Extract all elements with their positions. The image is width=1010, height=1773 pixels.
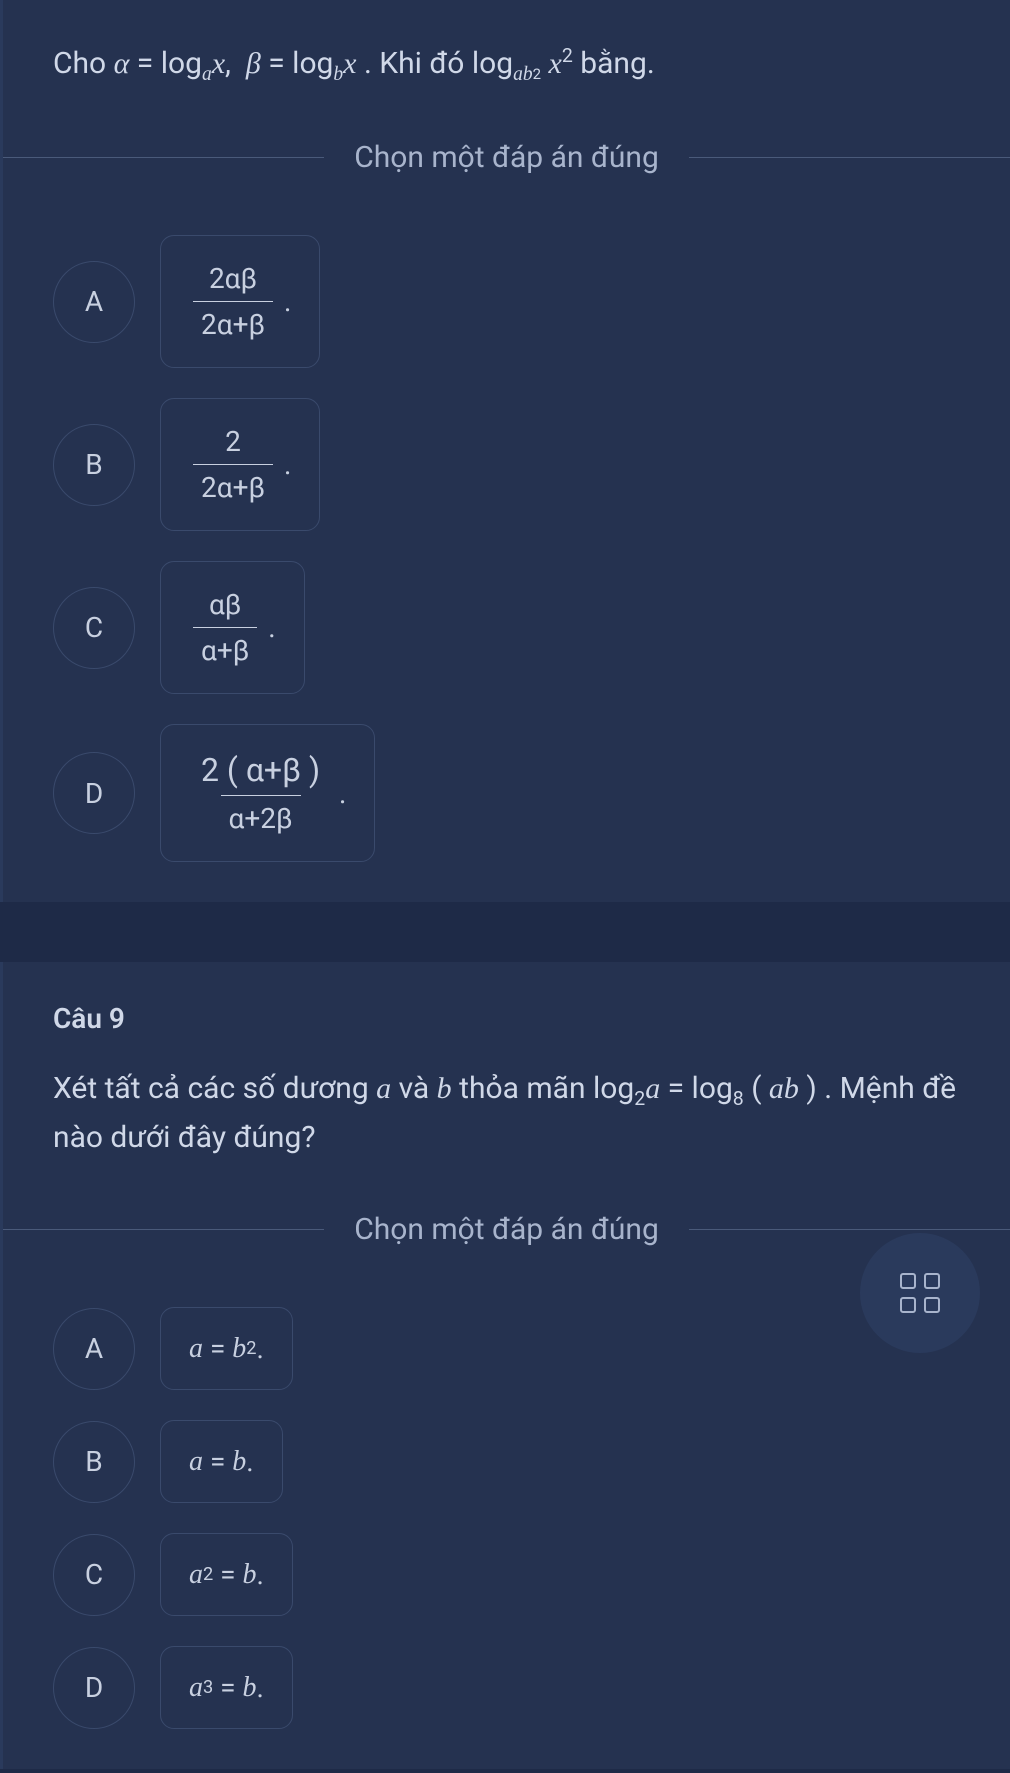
option-B[interactable]: B a = b.: [53, 1420, 980, 1503]
question-title: Câu 9: [53, 1002, 980, 1035]
option-letter: D: [53, 1647, 135, 1729]
question-text: Cho α = logax, β = logbx . Khi đó logab2…: [53, 40, 980, 90]
option-D[interactable]: D 2 ( α+β )α+2β .: [53, 724, 980, 862]
option-content: a = b.: [160, 1420, 283, 1503]
option-A[interactable]: A a = b2.: [53, 1307, 980, 1390]
divider: Chọn một đáp án đúng: [3, 1212, 1010, 1247]
option-letter: A: [53, 1308, 135, 1390]
option-content: αβα+β .: [160, 561, 305, 694]
option-letter: C: [53, 587, 135, 669]
option-content: 2αβ2α+β .: [160, 235, 320, 368]
text: Xét tất cả các số dương: [53, 1071, 376, 1106]
divider: Chọn một đáp án đúng: [3, 140, 1010, 175]
option-letter: C: [53, 1534, 135, 1616]
option-B[interactable]: B 22α+β .: [53, 398, 980, 531]
option-content: 22α+β .: [160, 398, 320, 531]
option-content: a3 = b.: [160, 1646, 293, 1729]
option-letter: B: [53, 1421, 135, 1503]
question-text: Xét tất cả các số dương a và b thỏa mãn …: [53, 1065, 980, 1162]
options-list: A a = b2. B a = b. C a2 = b. D a3 = b.: [53, 1307, 980, 1729]
grid-icon: [900, 1273, 940, 1313]
option-C[interactable]: C αβα+β .: [53, 561, 980, 694]
option-letter: B: [53, 424, 135, 506]
option-letter: D: [53, 752, 135, 834]
divider-label: Chọn một đáp án đúng: [324, 140, 689, 175]
option-A[interactable]: A 2αβ2α+β .: [53, 235, 980, 368]
question-card-1: Cho α = logax, β = logbx . Khi đó logab2…: [0, 0, 1010, 902]
text: bằng.: [580, 46, 655, 81]
options-list: A 2αβ2α+β . B 22α+β . C αβα+β . D 2 ( α+…: [53, 235, 980, 862]
question-card-2: Câu 9 Xét tất cả các số dương a và b thỏ…: [0, 962, 1010, 1769]
text: . Khi đó: [364, 46, 472, 81]
text: thỏa mãn: [459, 1071, 593, 1106]
option-content: 2 ( α+β )α+2β .: [160, 724, 375, 862]
text: và: [399, 1071, 437, 1106]
option-D[interactable]: D a3 = b.: [53, 1646, 980, 1729]
divider-label: Chọn một đáp án đúng: [324, 1212, 689, 1247]
option-C[interactable]: C a2 = b.: [53, 1533, 980, 1616]
text: Cho: [53, 46, 114, 81]
option-content: a2 = b.: [160, 1533, 293, 1616]
grid-menu-button[interactable]: [860, 1233, 980, 1353]
option-letter: A: [53, 261, 135, 343]
option-content: a = b2.: [160, 1307, 293, 1390]
